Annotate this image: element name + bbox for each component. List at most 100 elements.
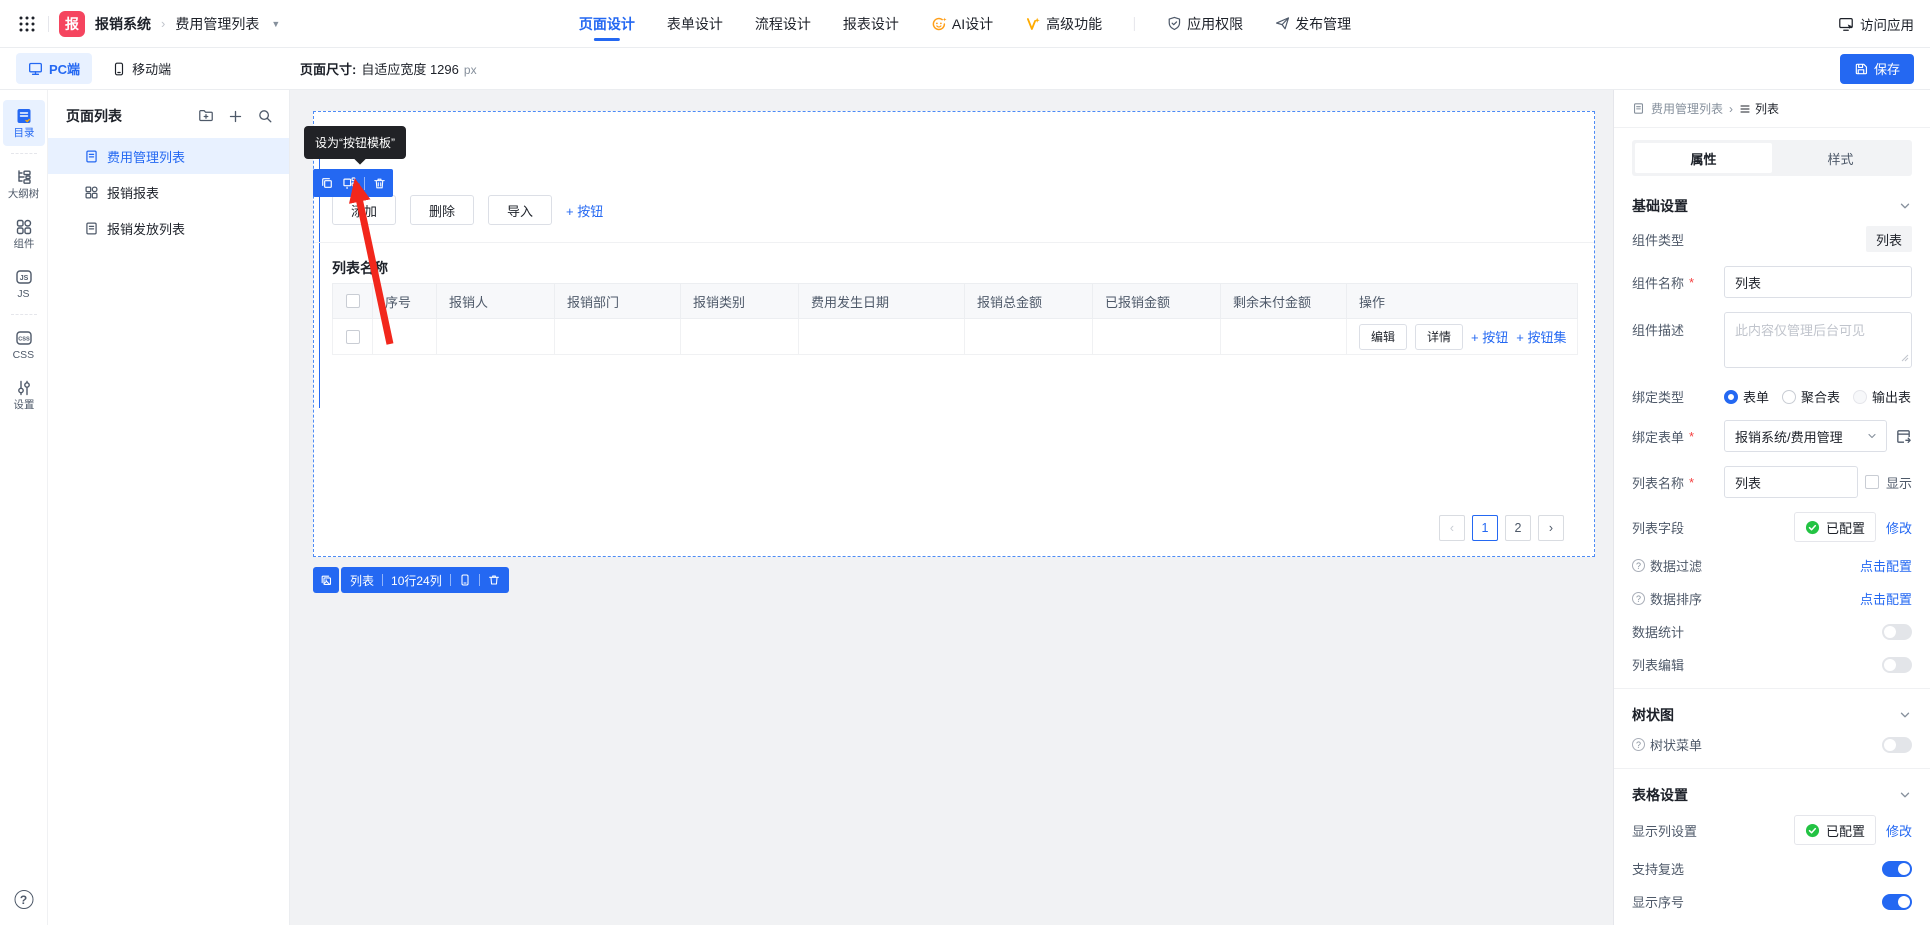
tag-delete-icon[interactable]	[488, 574, 500, 586]
show-title-checkbox[interactable]	[1865, 475, 1879, 489]
rail-item-outline-tree[interactable]: 大纲树	[3, 161, 45, 207]
sliders-icon	[15, 379, 33, 397]
configure-data-sort-link[interactable]: 点击配置	[1860, 589, 1912, 608]
set-button-template-icon[interactable]	[342, 176, 356, 190]
current-page-name[interactable]: 费用管理列表	[175, 14, 259, 34]
add-toolbar-button-link[interactable]: + 按钮	[566, 201, 603, 220]
configure-data-filter-link[interactable]: 点击配置	[1860, 556, 1912, 575]
rail-item-catalog[interactable]: 目录	[3, 100, 45, 146]
tab-publish-management[interactable]: 发布管理	[1275, 0, 1351, 47]
set-template-tooltip: 设为“按钮模板”	[304, 126, 406, 159]
row-checkbox[interactable]	[346, 330, 360, 344]
page-item-expense-list[interactable]: 费用管理列表	[48, 138, 289, 174]
modify-list-fields-link[interactable]: 修改	[1886, 518, 1912, 537]
tab-ai-design[interactable]: AI设计	[931, 0, 993, 47]
add-row-button-link[interactable]: + 按钮	[1471, 327, 1508, 346]
question-circle-icon: ?	[1632, 559, 1645, 572]
list-component[interactable]: 添加 删除 导入 + 按钮 列表名称	[313, 111, 1595, 557]
add-button[interactable]: 添加	[332, 195, 396, 225]
list-name-input[interactable]	[1724, 466, 1858, 498]
radio-aggregate-table[interactable]: 聚合表	[1782, 387, 1840, 406]
resize-handle-icon[interactable]	[1901, 349, 1909, 367]
show-seq-toggle[interactable]	[1882, 894, 1912, 910]
multi-select-toggle[interactable]	[1882, 861, 1912, 877]
data-stats-toggle[interactable]	[1882, 624, 1912, 640]
tab-page-design[interactable]: 页面设计	[579, 0, 635, 47]
list-title[interactable]: 列表名称	[332, 258, 388, 278]
add-folder-icon[interactable]	[198, 108, 214, 124]
field-component-type: 组件类型 列表	[1632, 226, 1912, 252]
delete-component-icon[interactable]	[373, 177, 386, 190]
rail-item-css[interactable]: CSS CSS	[3, 322, 45, 368]
column-header[interactable]: 报销人	[437, 284, 555, 319]
add-button-set-link[interactable]: + 按钮集	[1516, 327, 1566, 346]
section-tree-view[interactable]: 树状图	[1632, 695, 1912, 735]
rail-item-js[interactable]: JS JS	[3, 261, 45, 307]
breadcrumb-current[interactable]: 列表	[1739, 100, 1779, 117]
component-name-input[interactable]	[1724, 266, 1912, 298]
outline-tree-icon	[15, 168, 33, 186]
tab-form-design[interactable]: 表单设计	[667, 0, 723, 47]
mobile-mode-button[interactable]: 移动端	[112, 59, 171, 78]
prev-page-button[interactable]: ‹	[1439, 515, 1465, 541]
tab-style[interactable]: 样式	[1772, 143, 1909, 173]
props-body: 基础设置 组件类型 列表 组件名称*	[1614, 186, 1930, 925]
list-edit-toggle[interactable]	[1882, 657, 1912, 673]
column-header[interactable]: 报销总金额	[965, 284, 1093, 319]
tab-flow-design[interactable]: 流程设计	[755, 0, 811, 47]
rail-item-settings[interactable]: 设置	[3, 372, 45, 418]
edit-button[interactable]: 编辑	[1359, 324, 1407, 350]
breadcrumb-parent[interactable]: 费用管理列表	[1651, 100, 1723, 117]
delete-button[interactable]: 删除	[410, 195, 474, 225]
field-data-filter: ? 数据过滤 点击配置	[1632, 556, 1912, 575]
field-data-sort: ? 数据排序 点击配置	[1632, 589, 1912, 608]
bind-form-select[interactable]: 报销系统/费用管理	[1724, 420, 1887, 452]
component-action-toolbar	[313, 169, 393, 197]
tab-advanced-features[interactable]: 高级功能	[1025, 0, 1102, 47]
tag-mobile-icon[interactable]	[459, 574, 471, 586]
show-title-option: 显示	[1865, 473, 1912, 492]
page-list-actions	[198, 108, 273, 124]
add-page-icon[interactable]	[228, 109, 243, 124]
radio-form[interactable]: 表单	[1724, 387, 1769, 406]
component-thumbnail-icon[interactable]	[313, 567, 339, 593]
column-header[interactable]: 序号	[373, 284, 437, 319]
column-header[interactable]: 费用发生日期	[799, 284, 965, 319]
page-size-value[interactable]: 自适应宽度 1296	[361, 59, 459, 78]
next-page-button[interactable]: ›	[1538, 515, 1564, 541]
page-button-1[interactable]: 1	[1472, 515, 1498, 541]
chevron-down-icon[interactable]: ▼	[271, 19, 280, 29]
column-header[interactable]: 已报销金额	[1093, 284, 1221, 319]
copy-component-icon[interactable]	[320, 176, 334, 190]
header-select-all	[333, 284, 373, 319]
modify-columns-link[interactable]: 修改	[1886, 821, 1912, 840]
import-button[interactable]: 导入	[488, 195, 552, 225]
tab-report-design[interactable]: 报表设计	[843, 0, 899, 47]
app-switcher-icon[interactable]	[16, 13, 38, 35]
design-canvas[interactable]: 添加 删除 导入 + 按钮 列表名称	[290, 90, 1613, 925]
page-item-expense-report[interactable]: 报销报表	[48, 174, 289, 210]
rail-item-components[interactable]: 组件	[3, 211, 45, 257]
search-icon[interactable]	[257, 108, 273, 124]
pc-mode-button[interactable]: PC端	[16, 53, 92, 84]
open-form-config-icon[interactable]	[1895, 428, 1912, 445]
column-header[interactable]: 剩余未付金额	[1221, 284, 1347, 319]
detail-button[interactable]: 详情	[1415, 324, 1463, 350]
column-header[interactable]: 操作	[1347, 284, 1578, 319]
access-app-button[interactable]: 访问应用	[1838, 14, 1914, 34]
column-header[interactable]: 报销类别	[681, 284, 799, 319]
tree-menu-toggle[interactable]	[1882, 737, 1912, 753]
help-button[interactable]: ?	[14, 890, 33, 909]
select-all-checkbox[interactable]	[346, 294, 360, 308]
app-name: 报销系统	[95, 14, 151, 34]
section-basic-settings[interactable]: 基础设置	[1632, 186, 1912, 226]
save-button[interactable]: 保存	[1840, 54, 1914, 84]
radio-output-table[interactable]: 输出表	[1853, 387, 1911, 406]
page-item-expense-payout-list[interactable]: 报销发放列表	[48, 210, 289, 246]
page-button-2[interactable]: 2	[1505, 515, 1531, 541]
column-header[interactable]: 报销部门	[555, 284, 681, 319]
tab-attributes[interactable]: 属性	[1635, 143, 1772, 173]
component-desc-textarea[interactable]	[1724, 312, 1912, 368]
section-table-settings[interactable]: 表格设置	[1632, 775, 1912, 815]
tab-app-permissions[interactable]: 应用权限	[1167, 0, 1243, 47]
